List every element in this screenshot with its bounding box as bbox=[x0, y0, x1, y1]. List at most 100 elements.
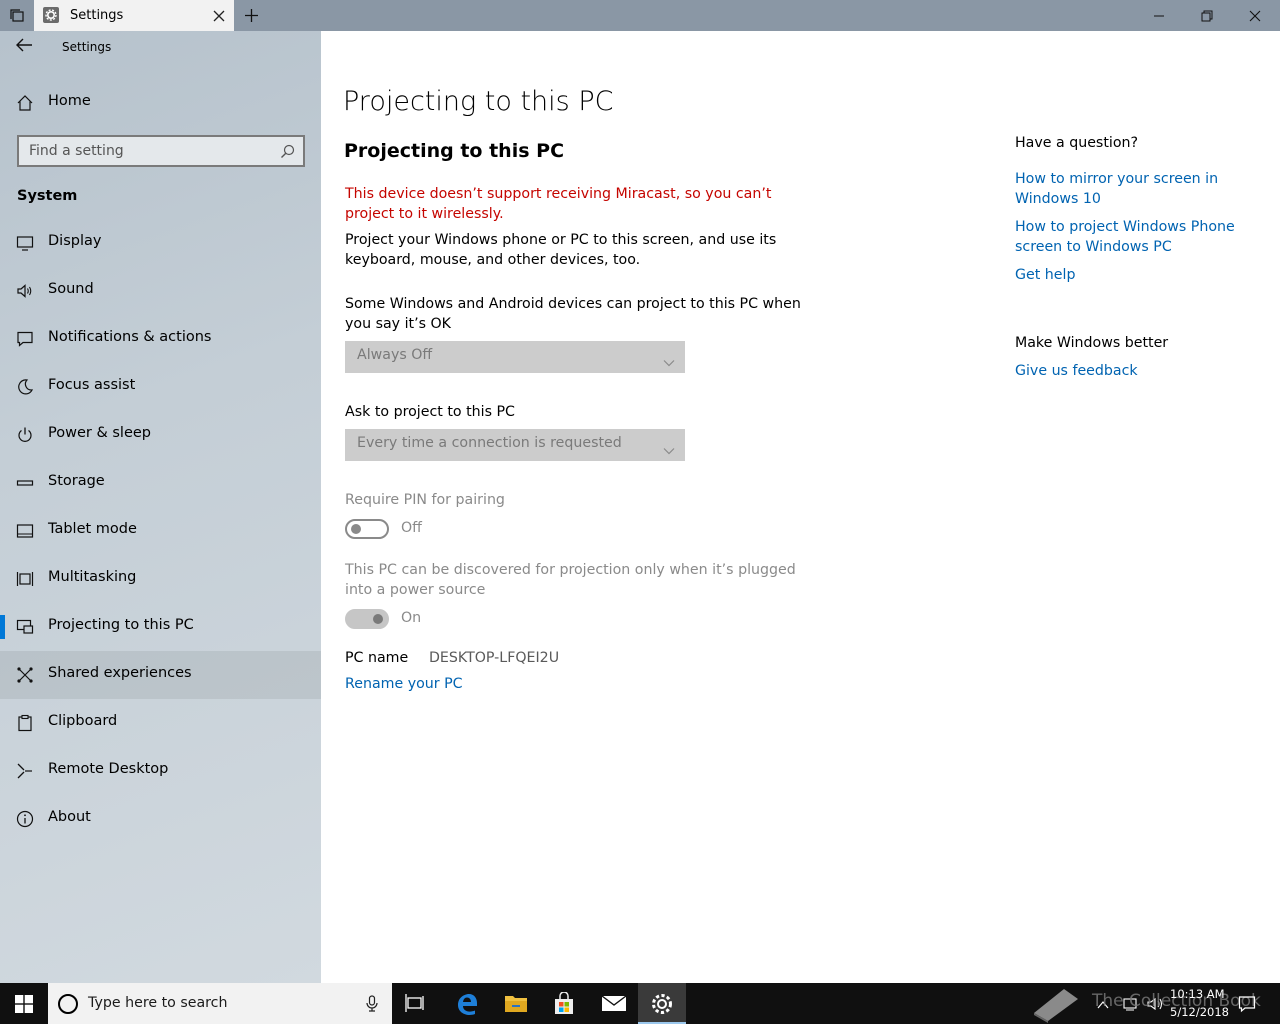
remote-desktop-icon bbox=[16, 762, 34, 780]
folder-icon bbox=[505, 996, 527, 1012]
miracast-warning: This device doesn’t support receiving Mi… bbox=[345, 186, 772, 222]
get-help-link[interactable]: Get help bbox=[1015, 265, 1245, 285]
pc-name-label: PC name bbox=[345, 650, 409, 666]
close-window-button[interactable] bbox=[1232, 0, 1278, 31]
section-title: Projecting to this PC bbox=[344, 140, 565, 162]
home-icon bbox=[16, 94, 34, 112]
sidebar-item-label: Sound bbox=[48, 281, 94, 297]
sidebar-item-multitasking[interactable]: Multitasking bbox=[0, 555, 321, 603]
sidebar-item-shared-experiences[interactable]: Shared experiences bbox=[0, 651, 321, 699]
sidebar-item-label: Remote Desktop bbox=[48, 761, 169, 777]
mail-taskbar-button[interactable] bbox=[589, 983, 637, 1024]
sidebar-item-clipboard[interactable]: Clipboard bbox=[0, 699, 321, 747]
clock-time[interactable]: 10:13 AM bbox=[1170, 987, 1225, 1001]
sidebar-item-label: Focus assist bbox=[48, 377, 136, 393]
sidebar-item-label: Power & sleep bbox=[48, 425, 151, 441]
sidebar-item-label: Projecting to this PC bbox=[48, 617, 194, 633]
microphone-icon[interactable] bbox=[366, 995, 378, 1016]
task-view-button[interactable] bbox=[392, 983, 440, 1024]
tab-title: Settings bbox=[70, 8, 124, 23]
sidebar-item-label: Storage bbox=[48, 473, 105, 489]
taskbar-search-box[interactable]: Type here to search bbox=[48, 983, 392, 1024]
close-tab-icon[interactable] bbox=[212, 8, 226, 22]
info-icon bbox=[16, 810, 34, 828]
tab-settings[interactable]: Settings bbox=[34, 0, 234, 31]
projection-description: Project your Windows phone or PC to this… bbox=[345, 232, 777, 268]
sidebar-item-about[interactable]: About bbox=[0, 795, 321, 843]
power-icon bbox=[16, 426, 34, 444]
chevron-down-icon bbox=[663, 440, 675, 459]
book-logo-icon bbox=[1034, 989, 1078, 1023]
sidebar-item-remote-desktop[interactable]: Remote Desktop bbox=[0, 747, 321, 795]
settings-taskbar-button[interactable] bbox=[638, 983, 686, 1024]
restore-button[interactable] bbox=[1184, 0, 1230, 31]
sidebar-item-focus-assist[interactable]: Focus assist bbox=[0, 363, 321, 411]
clipboard-icon bbox=[16, 714, 34, 732]
rename-pc-link[interactable]: Rename your PC bbox=[345, 676, 463, 692]
sidebar-item-power-sleep[interactable]: Power & sleep bbox=[0, 411, 321, 459]
minimize-button[interactable] bbox=[1136, 0, 1182, 31]
taskbar: Type here to search The Collection Book … bbox=[0, 983, 1280, 1024]
sidebar-item-sound[interactable]: Sound bbox=[0, 267, 321, 315]
tablet-icon bbox=[16, 522, 34, 540]
multitasking-icon bbox=[16, 570, 34, 588]
edge-taskbar-button[interactable] bbox=[443, 983, 491, 1024]
settings-gear-icon bbox=[43, 7, 59, 23]
task-view-icon bbox=[405, 994, 424, 1012]
projecting-icon bbox=[16, 618, 34, 636]
ask-value: Every time a connection is requested bbox=[357, 435, 622, 451]
power-source-label: This PC can be discovered for projection… bbox=[345, 562, 796, 598]
give-feedback-link[interactable]: Give us feedback bbox=[1015, 361, 1245, 381]
app-title: Settings bbox=[62, 40, 112, 54]
sidebar-item-tablet-mode[interactable]: Tablet mode bbox=[0, 507, 321, 555]
back-arrow-icon[interactable] bbox=[14, 37, 36, 57]
store-icon bbox=[555, 992, 573, 1014]
mail-icon bbox=[601, 995, 627, 1011]
store-taskbar-button[interactable] bbox=[540, 983, 588, 1024]
moon-icon bbox=[16, 378, 34, 396]
display-icon bbox=[16, 234, 34, 252]
pin-toggle-state: Off bbox=[401, 520, 422, 536]
ask-label: Ask to project to this PC bbox=[345, 404, 515, 420]
pin-toggle[interactable] bbox=[345, 519, 389, 539]
file-explorer-taskbar-button[interactable] bbox=[492, 983, 540, 1024]
pc-name-value: DESKTOP-LFQEI2U bbox=[429, 650, 560, 666]
start-button[interactable] bbox=[0, 983, 48, 1024]
task-switch-icon[interactable] bbox=[8, 7, 26, 25]
search-icon[interactable] bbox=[280, 144, 295, 163]
sidebar-item-label: Display bbox=[48, 233, 102, 249]
taskbar-search-placeholder: Type here to search bbox=[88, 995, 228, 1011]
sound-icon bbox=[16, 282, 34, 300]
notifications-icon bbox=[16, 330, 34, 348]
sidebar-item-home[interactable]: Home bbox=[0, 79, 321, 127]
sidebar-item-label: Tablet mode bbox=[48, 521, 137, 537]
new-tab-icon[interactable] bbox=[244, 8, 259, 23]
toggle-knob bbox=[373, 614, 383, 624]
availability-value: Always Off bbox=[357, 347, 433, 363]
storage-icon bbox=[16, 474, 34, 492]
action-center-icon[interactable] bbox=[1238, 995, 1256, 1017]
sidebar-item-projecting[interactable]: Projecting to this PC bbox=[0, 603, 321, 651]
availability-dropdown[interactable]: Always Off bbox=[345, 341, 685, 373]
sidebar-item-notifications[interactable]: Notifications & actions bbox=[0, 315, 321, 363]
sidebar: Settings Home System Display Sound Notif… bbox=[0, 31, 321, 983]
sidebar-item-display[interactable]: Display bbox=[0, 219, 321, 267]
title-bar: Settings bbox=[0, 0, 1280, 31]
help-link-mirror-screen[interactable]: How to mirror your screen in Windows 10 bbox=[1015, 169, 1245, 209]
edge-icon bbox=[458, 994, 477, 1015]
find-setting-search[interactable] bbox=[17, 135, 305, 167]
clock-date[interactable]: 5/12/2018 bbox=[1170, 1005, 1229, 1019]
ask-dropdown[interactable]: Every time a connection is requested bbox=[345, 429, 685, 461]
pin-label: Require PIN for pairing bbox=[345, 492, 505, 508]
make-windows-better-heading: Make Windows better bbox=[1015, 335, 1169, 351]
search-input[interactable] bbox=[29, 142, 269, 160]
sidebar-item-label: Home bbox=[48, 93, 91, 109]
shared-experiences-icon bbox=[16, 666, 34, 684]
sidebar-item-storage[interactable]: Storage bbox=[0, 459, 321, 507]
help-link-project-phone[interactable]: How to project Windows Phone screen to W… bbox=[1015, 217, 1245, 257]
power-source-toggle[interactable] bbox=[345, 609, 389, 629]
have-a-question-heading: Have a question? bbox=[1015, 135, 1139, 151]
sidebar-item-label: About bbox=[48, 809, 91, 825]
sidebar-item-label: Clipboard bbox=[48, 713, 118, 729]
main-content: Projecting to this PC Projecting to this… bbox=[321, 31, 1280, 983]
